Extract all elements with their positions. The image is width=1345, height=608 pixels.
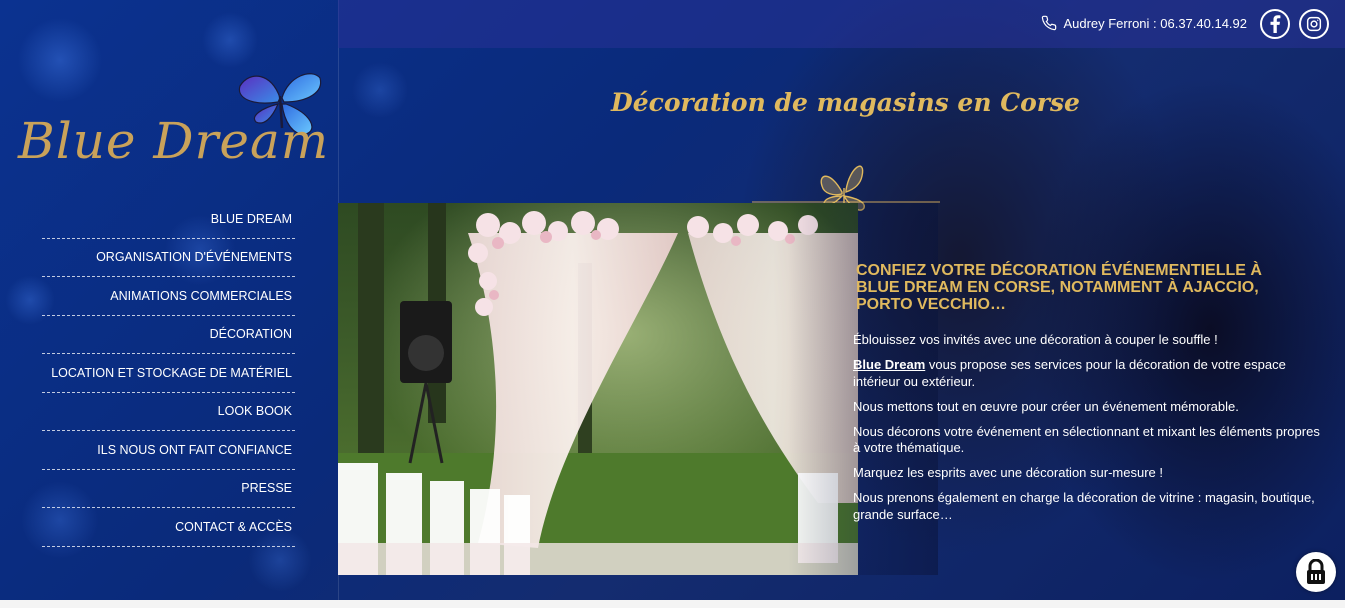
instagram-button[interactable] bbox=[1299, 9, 1329, 39]
nav-item-label: ANIMATIONS COMMERCIALES bbox=[110, 288, 292, 303]
blue-dream-link[interactable]: Blue Dream bbox=[853, 357, 925, 372]
paragraph: Blue Dream vous propose ses services pou… bbox=[853, 357, 1328, 390]
main-nav: BLUE DREAM ORGANISATION D'ÉVÉNEMENTS ANI… bbox=[42, 200, 295, 547]
paragraph: Éblouissez vos invités avec une décorati… bbox=[853, 332, 1218, 347]
paragraph: Nous mettons tout en œuvre pour créer un… bbox=[853, 398, 1239, 414]
nav-item-label: CONTACT & ACCÈS bbox=[175, 519, 292, 534]
page-title: Décoration de magasins en Corse bbox=[611, 88, 1080, 117]
privacy-lock-button[interactable] bbox=[1296, 552, 1336, 592]
nav-item-contact[interactable]: CONTACT & ACCÈS bbox=[42, 508, 295, 547]
nav-item-location[interactable]: LOCATION ET STOCKAGE DE MATÉRIEL bbox=[42, 354, 295, 393]
nav-item-confiance[interactable]: ILS NOUS ONT FAIT CONFIANCE bbox=[42, 431, 295, 470]
nav-item-organisation[interactable]: ORGANISATION D'ÉVÉNEMENTS bbox=[42, 239, 295, 277]
paragraph: Marquez les esprits avec une décoration … bbox=[853, 465, 1163, 480]
paragraph: Nous prenons également en charge la déco… bbox=[853, 490, 1315, 522]
nav-item-blue-dream[interactable]: BLUE DREAM bbox=[42, 200, 295, 239]
section-subtitle: Confiez votre décoration événementielle … bbox=[856, 262, 1262, 313]
logo-text: Blue Dream bbox=[18, 112, 330, 170]
nav-item-look-book[interactable]: LOOK BOOK bbox=[42, 393, 295, 431]
lock-icon bbox=[1307, 559, 1325, 584]
contact-text: Audrey Ferroni : 06.37.40.14.92 bbox=[1063, 15, 1247, 31]
site-logo[interactable]: Blue Dream bbox=[14, 68, 328, 186]
nav-item-label: BLUE DREAM bbox=[210, 211, 292, 226]
intro-text: Éblouissez vos invités avec une décorati… bbox=[853, 332, 1328, 532]
photo-fade-overlay bbox=[338, 203, 938, 575]
nav-item-animations[interactable]: ANIMATIONS COMMERCIALES bbox=[42, 277, 295, 316]
nav-item-label: ORGANISATION D'ÉVÉNEMENTS bbox=[96, 250, 292, 265]
nav-item-label: ILS NOUS ONT FAIT CONFIANCE bbox=[97, 442, 292, 457]
contact-info[interactable]: Audrey Ferroni : 06.37.40.14.92 bbox=[1041, 15, 1247, 31]
nav-item-label: DÉCORATION bbox=[209, 327, 292, 342]
nav-item-presse[interactable]: PRESSE bbox=[42, 470, 295, 508]
facebook-icon bbox=[1270, 15, 1281, 33]
nav-item-label: PRESSE bbox=[241, 481, 292, 496]
nav-item-decoration[interactable]: DÉCORATION bbox=[42, 316, 295, 354]
phone-icon bbox=[1042, 15, 1057, 31]
page-bottom-strip bbox=[0, 600, 1345, 608]
nav-item-label: LOOK BOOK bbox=[217, 404, 292, 419]
nav-item-label: LOCATION ET STOCKAGE DE MATÉRIEL bbox=[51, 365, 292, 380]
paragraph: Nous décorons votre événement en sélecti… bbox=[853, 423, 1320, 456]
instagram-icon bbox=[1306, 16, 1322, 32]
top-bar: Audrey Ferroni : 06.37.40.14.92 bbox=[338, 0, 1345, 48]
facebook-button[interactable] bbox=[1260, 9, 1290, 39]
